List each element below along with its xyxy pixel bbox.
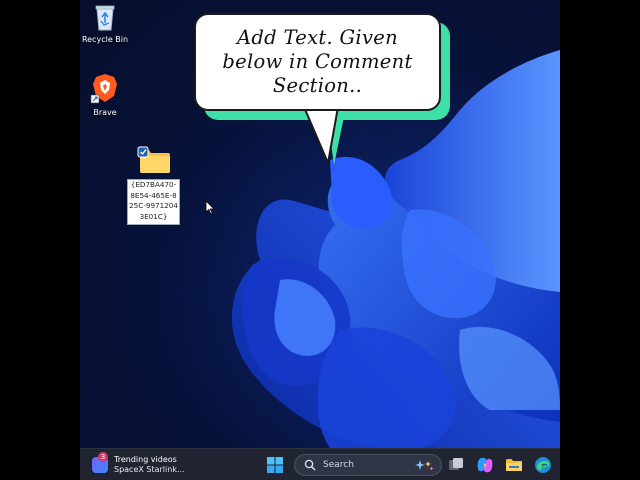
desktop-icon-recycle-bin[interactable]: Recycle Bin: [80, 3, 135, 44]
text-callout: Add Text. Given below in Comment Section…: [194, 13, 441, 111]
file-explorer-icon[interactable]: [504, 455, 524, 475]
right-letterbox: [560, 0, 640, 480]
left-letterbox: [0, 0, 80, 480]
folder-name-label[interactable]: {ED7BA470-8E54-465E-825C-99712043E01C}: [127, 179, 180, 225]
screen: Recycle Bin Brave {ED7BA470-8E54-465E-82…: [0, 0, 640, 480]
recycle-bin-label: Recycle Bin: [81, 35, 129, 44]
mouse-pointer-icon: [205, 200, 215, 215]
taskbar-search-box[interactable]: Search: [294, 454, 442, 476]
widget-text: Trending videos SpaceX Starlink...: [114, 455, 185, 475]
widgets-button[interactable]: 3 Trending videos SpaceX Starlink...: [92, 452, 185, 477]
desktop-icon-brave[interactable]: Brave: [80, 72, 135, 117]
recycle-bin-icon: [95, 5, 115, 31]
taskbar: 3 Trending videos SpaceX Starlink... Sea…: [80, 448, 560, 480]
trending-video-icon: 3: [92, 452, 108, 473]
search-placeholder: Search: [323, 460, 354, 470]
copilot-icon[interactable]: [475, 455, 495, 475]
callout-tail: [302, 107, 346, 167]
brave-browser-icon: [90, 74, 117, 104]
task-view-icon[interactable]: [446, 455, 466, 475]
edge-icon[interactable]: [533, 455, 553, 475]
folder-icon: [137, 146, 170, 173]
brave-label: Brave: [93, 108, 117, 117]
desktop[interactable]: Recycle Bin Brave {ED7BA470-8E54-465E-82…: [80, 0, 560, 448]
search-icon: [304, 459, 316, 471]
notification-badge: 3: [98, 452, 108, 462]
desktop-folder[interactable]: {ED7BA470-8E54-465E-825C-99712043E01C}: [126, 145, 182, 225]
callout-text: Add Text. Given below in Comment Section…: [222, 26, 413, 97]
widget-title: Trending videos: [114, 455, 177, 464]
copilot-sparkle-icon: [415, 460, 434, 471]
widget-subtitle: SpaceX Starlink...: [114, 465, 185, 474]
start-icon[interactable]: [266, 456, 284, 474]
